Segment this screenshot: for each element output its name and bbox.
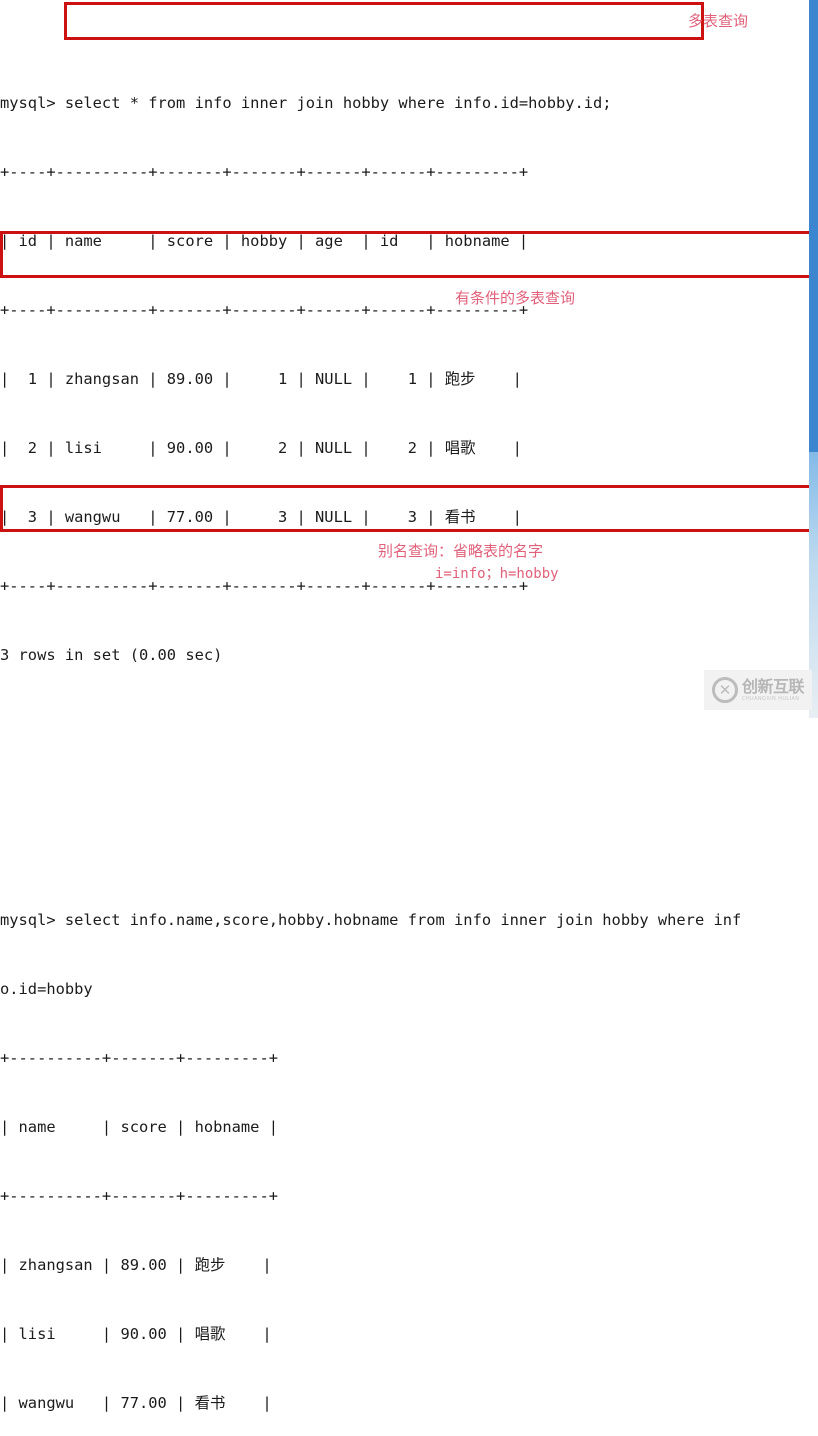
watermark: ✕ 创新互联 CHUANGXIN HULIAN: [704, 670, 812, 710]
block-1-command-line: mysql> select * from info inner join hob…: [0, 94, 612, 112]
block-2-annotation: 有条件的多表查询: [455, 289, 576, 307]
table-row: | zhangsan | 89.00 | 跑步 |: [0, 1256, 272, 1274]
table-row: | lisi | 90.00 | 唱歌 |: [0, 1325, 272, 1343]
gap-1: [0, 736, 812, 759]
scrollbar-thumb[interactable]: [809, 0, 818, 452]
block-2-header-row: | name | score | hobname |: [0, 1118, 278, 1136]
table-row: | 3 | wangwu | 77.00 | 3 | NULL | 3 | 看书…: [0, 508, 522, 526]
screenshot-root: mysql> select * from info inner join hob…: [0, 0, 818, 1412]
terminal-output: mysql> select * from info inner join hob…: [0, 0, 812, 1436]
block-2-command-line-2: o.id=hobby: [0, 980, 93, 998]
block-1-sep-top: +----+----------+-------+-------+------+…: [0, 163, 529, 181]
gap-1b: [0, 805, 812, 817]
block-1-sep-bottom: +----+----------+-------+-------+------+…: [0, 577, 529, 595]
table-row: | wangwu | 77.00 | 看书 |: [0, 1394, 272, 1412]
block-3-annotation-line-2: i=info；h=hobby: [435, 566, 559, 582]
table-row: | 2 | lisi | 90.00 | 2 | NULL | 2 | 唱歌 |: [0, 439, 522, 457]
block-2-sep-top: +----------+-------+---------+: [0, 1049, 278, 1067]
vertical-scrollbar[interactable]: [809, 0, 818, 718]
watermark-logo-icon: ✕: [711, 677, 738, 703]
block-3-annotation-line-1: 别名查询：省略表的名字: [378, 542, 544, 560]
watermark-cn-label: 创新互联: [741, 676, 805, 696]
table-row: | 1 | zhangsan | 89.00 | 1 | NULL | 1 | …: [0, 370, 522, 388]
block-1-header-row: | id | name | score | hobby | age | id |…: [0, 232, 529, 250]
block-1-status: 3 rows in set (0.00 sec): [0, 646, 223, 664]
block-1-annotation: 多表查询: [688, 12, 749, 30]
watermark-text: 创新互联 CHUANGXIN HULIAN: [741, 676, 805, 702]
block-2-sep-mid: +----------+-------+---------+: [0, 1187, 278, 1205]
block-1-sep-mid: +----+----------+-------+-------+------+…: [0, 301, 529, 319]
watermark-en-label: CHUANGXIN HULIAN: [741, 695, 800, 702]
block-2-command-line-1: mysql> select info.name,score,hobby.hobn…: [0, 911, 742, 929]
